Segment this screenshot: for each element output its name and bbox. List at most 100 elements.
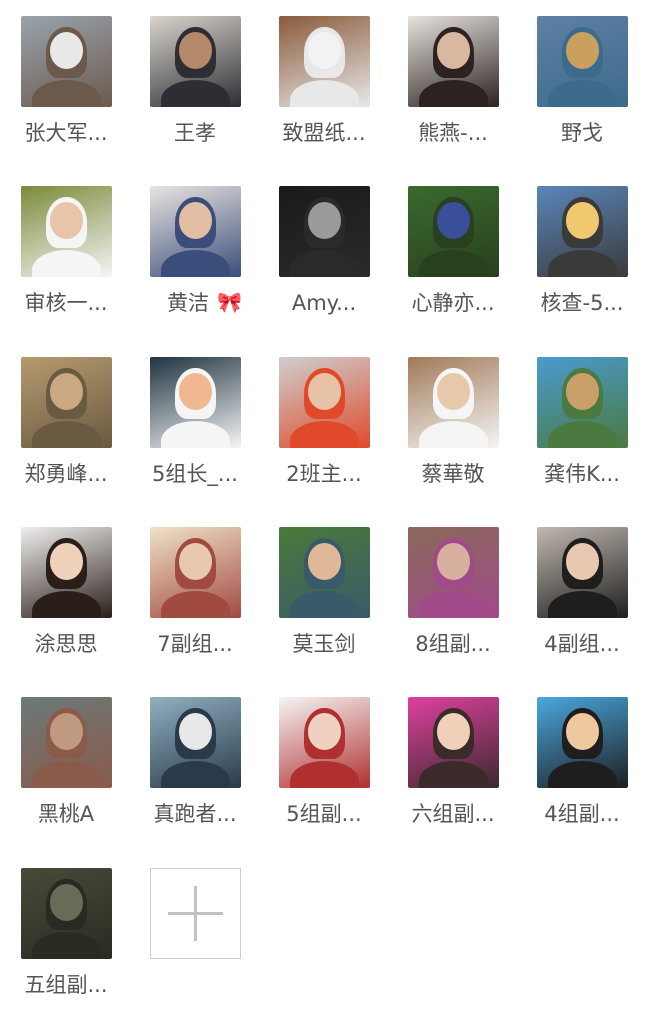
member-item[interactable]: 野戈 (516, 0, 646, 160)
avatar-body (289, 79, 360, 107)
avatar-face (308, 373, 341, 410)
member-item[interactable]: 张大军... (0, 0, 130, 160)
member-item[interactable]: 王孝 (129, 0, 259, 160)
member-item[interactable]: 涂思思 (0, 511, 130, 671)
avatar[interactable] (537, 186, 628, 277)
member-name: 熊燕-... (418, 121, 488, 145)
member-name: 审核一... (24, 291, 108, 315)
member-item[interactable]: 真跑者... (129, 681, 259, 841)
add-member-button[interactable] (150, 868, 241, 959)
member-name: 王孝 (174, 121, 216, 145)
avatar[interactable] (279, 527, 370, 618)
avatar-body (547, 420, 618, 448)
avatar[interactable] (408, 186, 499, 277)
avatar[interactable] (408, 527, 499, 618)
member-item[interactable]: 5组长_... (129, 341, 259, 501)
member-item[interactable]: 5组副... (258, 681, 388, 841)
avatar[interactable] (408, 16, 499, 107)
avatar-body (547, 79, 618, 107)
avatar[interactable] (21, 868, 112, 959)
avatar[interactable] (21, 697, 112, 788)
avatar-body (31, 249, 102, 277)
member-item[interactable]: 六组副... (387, 681, 517, 841)
avatar-body (31, 931, 102, 959)
avatar-body (289, 760, 360, 788)
member-name: Amy... (291, 291, 357, 315)
avatar-body (289, 590, 360, 618)
member-item[interactable]: 4组副... (516, 681, 646, 841)
member-item[interactable]: 审核一... (0, 170, 130, 330)
avatar[interactable] (279, 186, 370, 277)
member-item[interactable]: 7副组... (129, 511, 259, 671)
avatar[interactable] (150, 697, 241, 788)
member-name: 蔡華敬 (421, 462, 485, 486)
avatar-face (437, 373, 470, 410)
avatar[interactable] (21, 357, 112, 448)
avatar[interactable] (537, 697, 628, 788)
avatar-face (50, 884, 83, 921)
member-name: 致盟纸... (282, 121, 366, 145)
avatar[interactable] (21, 527, 112, 618)
avatar[interactable] (537, 16, 628, 107)
avatar[interactable] (537, 527, 628, 618)
member-item[interactable]: 蔡華敬 (387, 341, 517, 501)
avatar-face (437, 713, 470, 750)
avatar[interactable] (150, 16, 241, 107)
member-name: 4副组... (544, 632, 620, 656)
member-item[interactable]: 致盟纸... (258, 0, 388, 160)
avatar-face (566, 373, 599, 410)
member-name: 莫玉剑 (292, 632, 356, 656)
avatar[interactable] (279, 697, 370, 788)
avatar-body (289, 420, 360, 448)
member-name: 龚伟K... (544, 462, 620, 486)
avatar[interactable] (21, 16, 112, 107)
avatar-face (179, 713, 212, 750)
avatar-face (566, 713, 599, 750)
member-name: 心静亦... (411, 291, 495, 315)
member-item[interactable]: 核查-5... (516, 170, 646, 330)
avatar[interactable] (150, 186, 241, 277)
avatar-face (179, 32, 212, 69)
avatar-body (31, 79, 102, 107)
member-name: 4组副... (544, 802, 620, 826)
avatar[interactable] (537, 357, 628, 448)
avatar[interactable] (21, 186, 112, 277)
member-item[interactable]: 熊燕-... (387, 0, 517, 160)
avatar[interactable] (279, 16, 370, 107)
member-item[interactable]: 黑桃A (0, 681, 130, 841)
member-name: 8组副... (415, 632, 491, 656)
avatar-body (418, 79, 489, 107)
bow-emoji-icon: 🎀 (217, 290, 242, 314)
member-item[interactable]: 心静亦... (387, 170, 517, 330)
avatar-body (160, 249, 231, 277)
member-item[interactable]: Amy... (258, 170, 388, 330)
member-item[interactable]: 黄洁 🎀 (129, 170, 259, 330)
member-item[interactable]: 莫玉剑 (258, 511, 388, 671)
avatar-face (437, 202, 470, 239)
member-item[interactable]: 郑勇峰... (0, 341, 130, 501)
avatar[interactable] (150, 527, 241, 618)
member-item[interactable]: 8组副... (387, 511, 517, 671)
member-item[interactable]: 五组副... (0, 852, 130, 1012)
member-name: 7副组... (157, 632, 233, 656)
member-name: 六组副... (411, 802, 495, 826)
member-item[interactable]: 2班主... (258, 341, 388, 501)
member-item[interactable]: 龚伟K... (516, 341, 646, 501)
avatar-face (308, 543, 341, 580)
avatar-body (418, 249, 489, 277)
avatar-body (160, 760, 231, 788)
member-item[interactable]: 4副组... (516, 511, 646, 671)
avatar[interactable] (279, 357, 370, 448)
avatar-face (50, 373, 83, 410)
member-name: 5组长_... (152, 462, 238, 486)
avatar[interactable] (408, 357, 499, 448)
avatar-face (179, 373, 212, 410)
member-name: 野戈 (561, 121, 603, 145)
avatar-body (31, 420, 102, 448)
member-name: 张大军... (24, 121, 108, 145)
avatar[interactable] (408, 697, 499, 788)
member-name: 涂思思 (34, 632, 98, 656)
avatar-body (418, 590, 489, 618)
avatar-face (437, 32, 470, 69)
avatar[interactable] (150, 357, 241, 448)
